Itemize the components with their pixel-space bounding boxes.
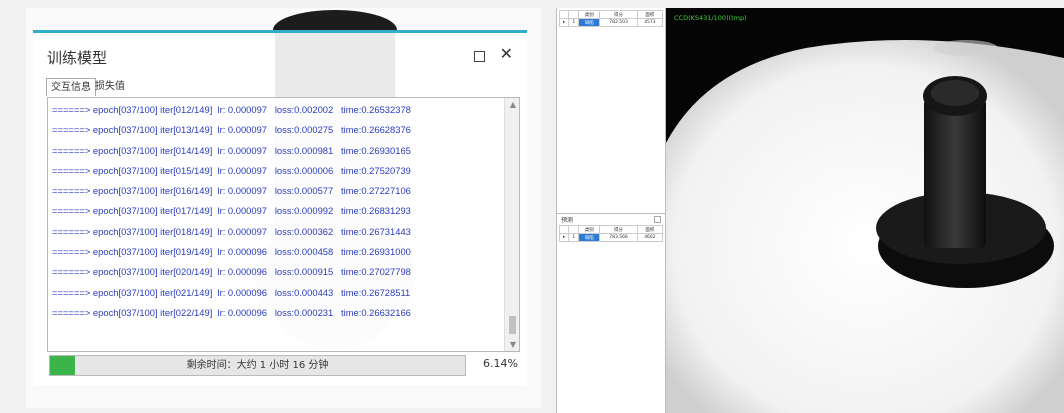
train-model-dialog: 训练模型 ✕ 交互信息 损失值 ======> epoch[037/100] i… (33, 30, 527, 385)
log-line: ======> epoch[037/100] iter[014/149] lr:… (52, 144, 411, 156)
column-header[interactable]: 类别 (578, 10, 601, 19)
table-cell: 4602 (636, 233, 664, 242)
table-cell: ▸ (558, 18, 570, 27)
log-line: ======> epoch[037/100] iter[017/149] lr:… (52, 205, 411, 217)
table-cell: 1 (568, 18, 580, 27)
result-table-1: 类别 得分 面积 ▸ 1 缺陷 782.503 4573 (558, 10, 664, 27)
divider (557, 213, 665, 214)
log-line: ======> epoch[037/100] iter[015/149] lr:… (52, 164, 411, 176)
table-header-row: 类别 得分 面积 (558, 10, 664, 19)
predict-section-title: 预测 (561, 217, 574, 224)
column-header[interactable]: 得分 (599, 225, 638, 234)
table-header-row: 类别 得分 面积 (558, 225, 664, 234)
log-line: ======> epoch[037/100] iter[019/149] lr:… (52, 246, 411, 258)
training-progress-bar: 剩余时间：大约 1 小时 16 分钟 (49, 355, 466, 376)
dialog-title: 训练模型 (47, 49, 108, 67)
log-line: ======> epoch[037/100] iter[016/149] lr:… (52, 185, 411, 197)
table-cell: 缺陷 (578, 233, 601, 242)
log-line: ======> epoch[037/100] iter[021/149] lr:… (52, 286, 411, 298)
column-header[interactable]: 类别 (578, 225, 601, 234)
result-table-2: 类别 得分 面积 ▸ 1 缺陷 783.566 4602 (558, 225, 664, 242)
column-header[interactable] (568, 225, 580, 234)
camera-view[interactable]: CCD(KS431/100)(tmp) (666, 8, 1064, 413)
table-row[interactable]: ▸ 1 缺陷 783.566 4602 (558, 233, 664, 242)
close-icon[interactable]: ✕ (500, 45, 513, 63)
column-header[interactable] (568, 10, 580, 19)
log-line: ======> epoch[037/100] iter[020/149] lr:… (52, 266, 411, 278)
section-toggle-icon[interactable] (654, 216, 661, 223)
column-header[interactable] (558, 10, 570, 19)
column-header[interactable] (558, 225, 570, 234)
training-log-panel[interactable]: ======> epoch[037/100] iter[012/149] lr:… (47, 97, 520, 352)
tab-loss-value[interactable]: 损失值 (91, 78, 129, 95)
maximize-icon[interactable] (474, 51, 485, 62)
camera-image (666, 8, 1064, 413)
log-line: ======> epoch[037/100] iter[022/149] lr:… (52, 306, 411, 318)
remaining-time-label: 剩余时间：大约 1 小时 16 分钟 (186, 360, 329, 371)
column-header[interactable]: 面积 (636, 10, 664, 19)
log-lines: ======> epoch[037/100] iter[012/149] lr:… (52, 100, 492, 323)
column-header[interactable]: 得分 (599, 10, 638, 19)
scroll-up-icon[interactable]: ▲ (510, 100, 516, 109)
table-cell: 782.503 (599, 18, 638, 27)
table-cell: 4573 (636, 18, 664, 27)
scroll-down-icon[interactable]: ▼ (510, 340, 516, 349)
camera-label: CCD(KS431/100)(tmp) (674, 14, 747, 22)
table-cell: ▸ (558, 233, 570, 242)
results-panel: 类别 得分 面积 ▸ 1 缺陷 782.503 4573 预测 类别 得分 面积 ▸ 1 缺陷 783… (556, 8, 666, 413)
table-row[interactable]: ▸ 1 缺陷 782.503 4573 (558, 18, 664, 27)
log-line: ======> epoch[037/100] iter[018/149] lr:… (52, 225, 411, 237)
log-line: ======> epoch[037/100] iter[013/149] lr:… (52, 124, 411, 136)
table-cell: 1 (568, 233, 580, 242)
scroll-thumb[interactable] (509, 316, 516, 334)
progress-percent: 6.14% (483, 357, 518, 370)
column-header[interactable]: 面积 (636, 225, 664, 234)
tab-interaction-info[interactable]: 交互信息 (46, 78, 96, 96)
log-scrollbar[interactable]: ▲ ▼ (504, 98, 519, 351)
table-cell: 缺陷 (578, 18, 601, 27)
log-line: ======> epoch[037/100] iter[012/149] lr:… (52, 104, 411, 115)
table-cell: 783.566 (599, 233, 638, 242)
